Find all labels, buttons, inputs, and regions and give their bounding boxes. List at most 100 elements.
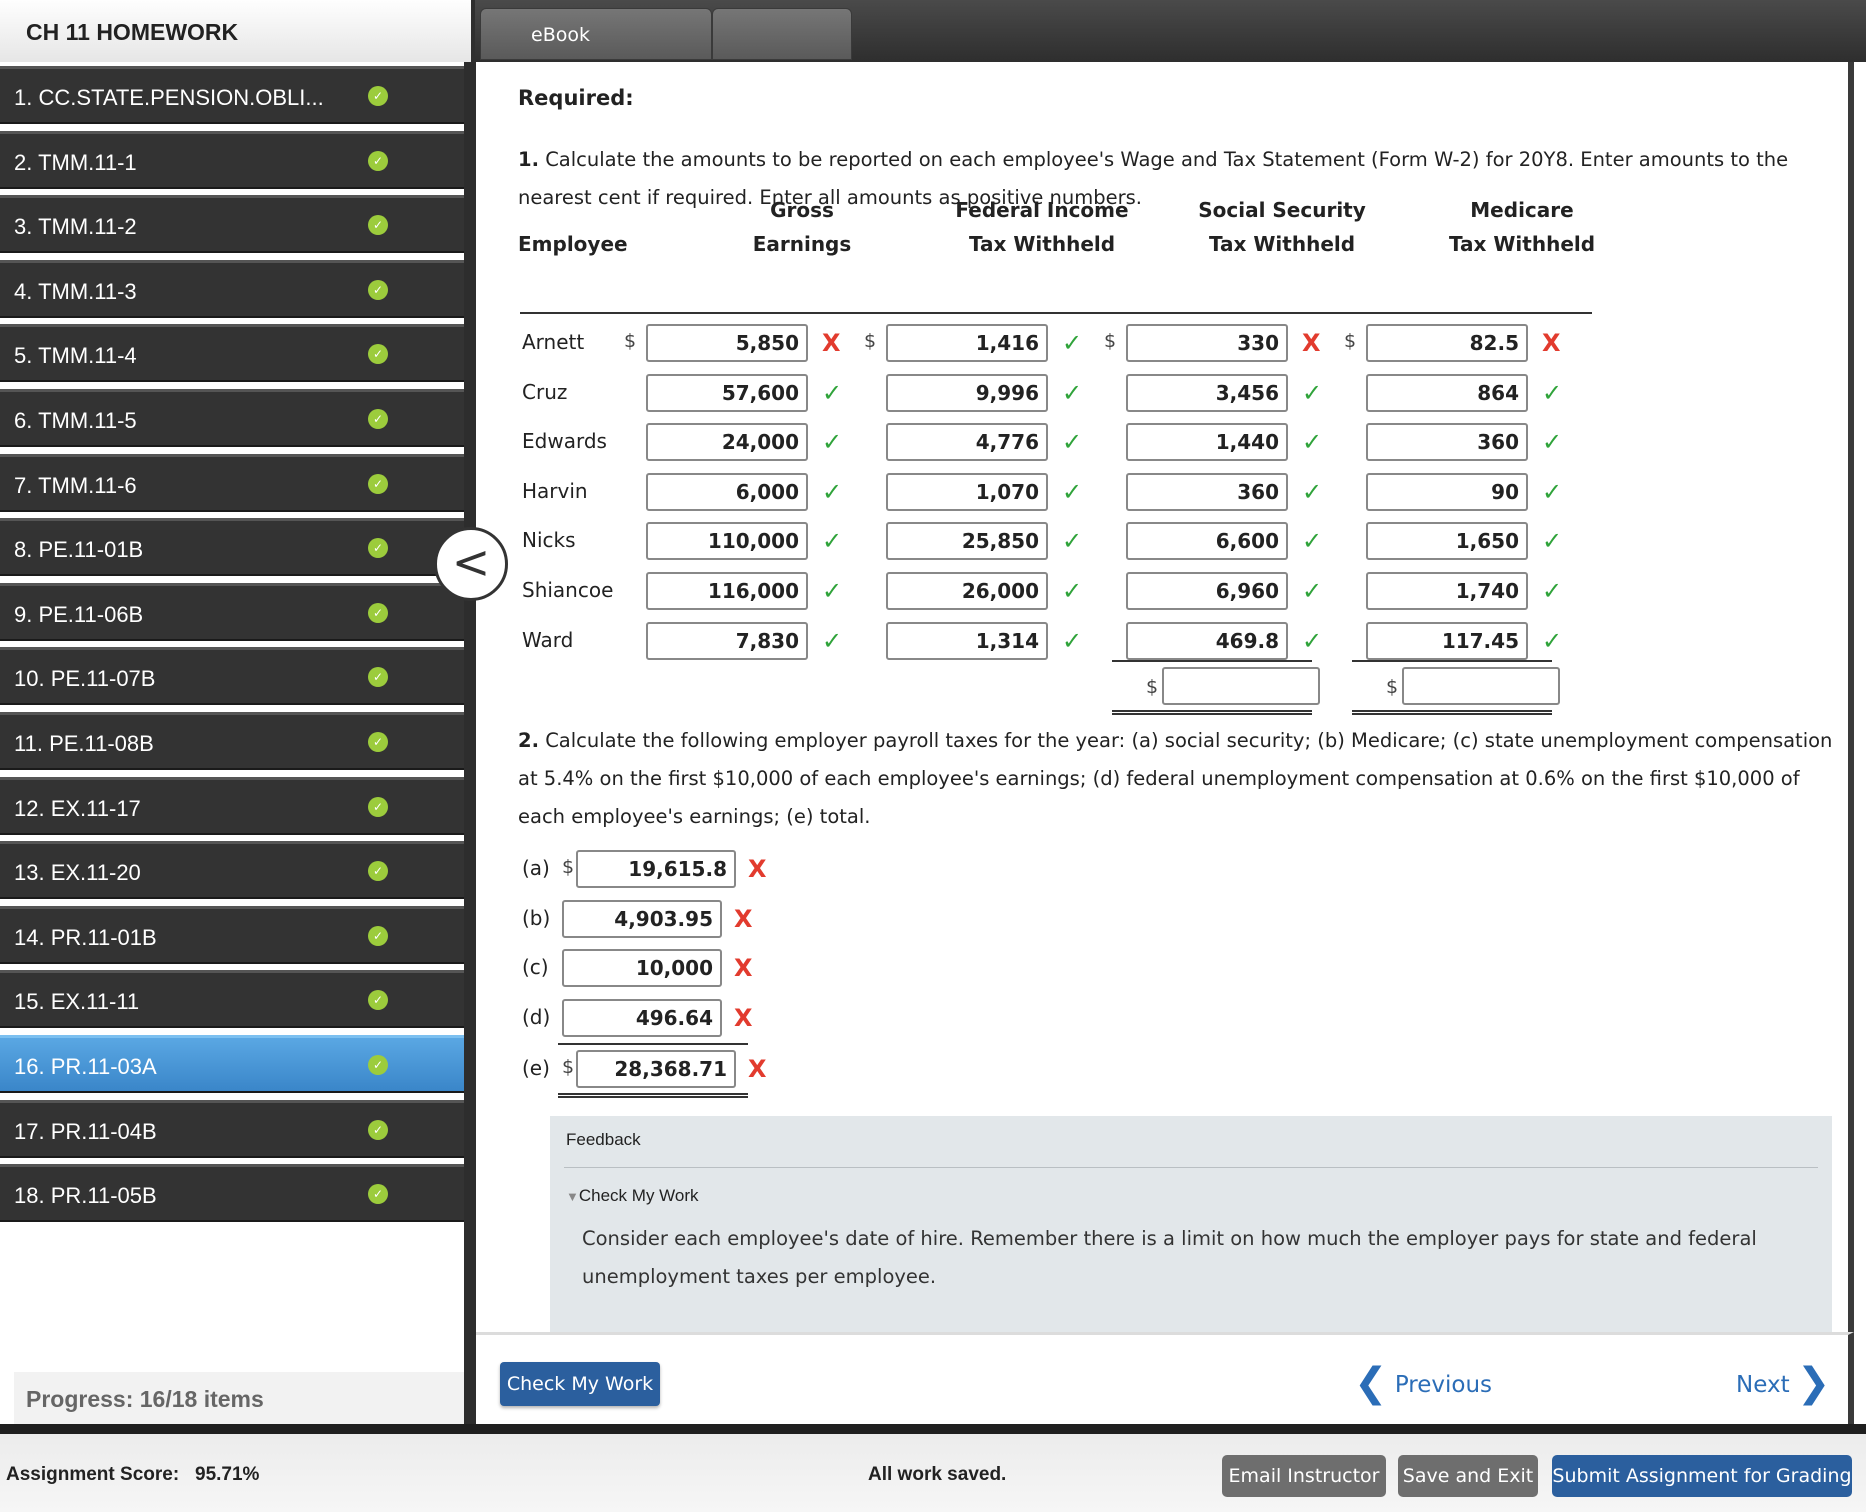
- header-med-2: Tax Withheld: [1448, 232, 1596, 256]
- next-button[interactable]: Next ❯: [1736, 1359, 1830, 1407]
- fed-input[interactable]: [886, 621, 1048, 660]
- gross-input[interactable]: [646, 423, 808, 462]
- ss-input[interactable]: [1126, 472, 1288, 511]
- sidebar-item-16[interactable]: 16. PR.11-03A ✓: [0, 1035, 464, 1093]
- gross-input[interactable]: [646, 522, 808, 561]
- sidebar-item-7[interactable]: 7. TMM.11-6 ✓: [0, 453, 464, 512]
- gross-input[interactable]: [646, 373, 808, 412]
- med-input[interactable]: [1366, 621, 1528, 660]
- ss-input[interactable]: [1126, 621, 1288, 660]
- email-instructor-button[interactable]: Email Instructor: [1222, 1455, 1386, 1497]
- incorrect-x-icon: X: [734, 954, 753, 983]
- sidebar-item-label: 18. PR.11-05B: [14, 1183, 157, 1209]
- header-rule: [520, 312, 1592, 314]
- required-heading: Required:: [518, 86, 634, 110]
- sidebar-item-3[interactable]: 3. TMM.11-2 ✓: [0, 195, 464, 254]
- check-my-work-button[interactable]: Check My Work: [500, 1362, 660, 1406]
- completed-check-icon: ✓: [368, 86, 388, 106]
- score-label: Assignment Score:: [6, 1464, 180, 1485]
- ss-input[interactable]: [1126, 423, 1288, 462]
- currency-symbol: $: [562, 1056, 575, 1079]
- ss-input[interactable]: [1126, 324, 1288, 362]
- table-row: Ward ✓ ✓ ✓ ✓: [476, 616, 1676, 666]
- ss-total-input[interactable]: [1162, 667, 1320, 705]
- correct-check-icon: ✓: [1302, 428, 1323, 457]
- fed-input[interactable]: [886, 373, 1048, 412]
- med-input[interactable]: [1366, 423, 1528, 462]
- sidebar-item-4[interactable]: 4. TMM.11-3 ✓: [0, 259, 464, 318]
- gross-input[interactable]: [646, 572, 808, 610]
- sidebar-item-11[interactable]: 11. PE.11-08B ✓: [0, 712, 464, 770]
- sidebar-item-13[interactable]: 13. EX.11-20 ✓: [0, 841, 464, 900]
- progress-label: Progress:: [26, 1386, 134, 1412]
- sidebar-item-18[interactable]: 18. PR.11-05B ✓: [0, 1164, 464, 1223]
- submit-assignment-button[interactable]: Submit Assignment for Grading: [1552, 1455, 1852, 1497]
- part2-label: (d): [522, 1004, 551, 1029]
- sidebar-item-8[interactable]: 8. PE.11-01B ✓: [0, 518, 464, 577]
- sidebar-item-2[interactable]: 2. TMM.11-1 ✓: [0, 130, 464, 189]
- part2-input[interactable]: [562, 998, 722, 1037]
- sidebar-item-1[interactable]: 1. CC.STATE.PENSION.OBLI... ✓: [0, 66, 464, 124]
- ss-sum-line: [1112, 660, 1312, 662]
- currency-symbol: $: [562, 856, 575, 878]
- part2-input[interactable]: [576, 850, 736, 888]
- med-input[interactable]: [1366, 472, 1528, 511]
- fed-input[interactable]: [886, 324, 1048, 362]
- part2-input[interactable]: [576, 1050, 736, 1089]
- sidebar-item-14[interactable]: 14. PR.11-01B ✓: [0, 905, 464, 964]
- sidebar-item-9[interactable]: 9. PE.11-06B ✓: [0, 582, 464, 641]
- check-my-work-toggle[interactable]: ▼Check My Work: [566, 1186, 699, 1206]
- ss-double-rule: [1112, 710, 1312, 715]
- incorrect-x-icon: X: [822, 329, 841, 357]
- question-2-body: Calculate the following employer payroll…: [518, 729, 1833, 828]
- fed-input[interactable]: [886, 572, 1048, 610]
- completed-check-icon: ✓: [368, 215, 388, 236]
- correct-check-icon: ✓: [1542, 527, 1563, 556]
- med-total-input[interactable]: [1402, 667, 1560, 705]
- tab-bar: eBook: [480, 8, 852, 62]
- sidebar-item-label: 6. TMM.11-5: [14, 408, 137, 433]
- ss-input[interactable]: [1126, 572, 1288, 610]
- gross-input[interactable]: [646, 621, 808, 660]
- med-input[interactable]: [1366, 324, 1528, 362]
- gross-input[interactable]: [646, 472, 808, 511]
- fed-input[interactable]: [886, 472, 1048, 511]
- tab-ebook[interactable]: eBook: [480, 8, 712, 60]
- previous-button[interactable]: ❮ Previous: [1354, 1359, 1492, 1407]
- incorrect-x-icon: X: [1542, 329, 1561, 357]
- table-row: Nicks ✓ ✓ ✓ ✓: [476, 516, 1676, 566]
- part2-input[interactable]: [562, 949, 722, 988]
- sidebar-item-label: 17. PR.11-04B: [14, 1118, 157, 1144]
- completed-check-icon: ✓: [368, 344, 388, 365]
- sidebar-item-10[interactable]: 10. PE.11-07B ✓: [0, 647, 464, 706]
- sidebar-item-label: 5. TMM.11-4: [14, 343, 137, 369]
- correct-check-icon: ✓: [822, 378, 843, 407]
- completed-check-icon: ✓: [368, 602, 388, 623]
- sidebar-item-label: 2. TMM.11-1: [14, 149, 137, 175]
- ss-input[interactable]: [1126, 373, 1288, 412]
- table-row: Shiancoe ✓ ✓ ✓ ✓: [476, 566, 1676, 616]
- tab-empty[interactable]: [712, 8, 852, 60]
- ss-input[interactable]: [1126, 522, 1288, 561]
- part2-label: (c): [522, 955, 549, 980]
- sidebar-item-17[interactable]: 17. PR.11-04B ✓: [0, 1099, 464, 1158]
- sidebar-item-5[interactable]: 5. TMM.11-4 ✓: [0, 324, 464, 383]
- sidebar-item-label: 15. EX.11-11: [14, 989, 140, 1015]
- med-input[interactable]: [1366, 522, 1528, 561]
- save-and-exit-button[interactable]: Save and Exit: [1398, 1455, 1538, 1497]
- fed-input[interactable]: [886, 522, 1048, 561]
- correct-check-icon: ✓: [1062, 428, 1083, 457]
- sidebar-item-6[interactable]: 6. TMM.11-5 ✓: [0, 389, 464, 447]
- sidebar-item-15[interactable]: 15. EX.11-11 ✓: [0, 970, 464, 1029]
- part2-input[interactable]: [562, 899, 722, 938]
- collapse-sidebar-button[interactable]: <: [434, 527, 508, 601]
- employee-name: Arnett: [522, 330, 585, 354]
- sidebar-item-12[interactable]: 12. EX.11-17 ✓: [0, 776, 464, 835]
- completed-check-icon: ✓: [368, 279, 388, 300]
- gross-input[interactable]: [646, 324, 808, 362]
- sidebar-divider: [464, 62, 476, 1426]
- med-input[interactable]: [1366, 373, 1528, 412]
- fed-input[interactable]: [886, 423, 1048, 462]
- med-input[interactable]: [1366, 572, 1528, 610]
- sidebar-item-label: 9. PE.11-06B: [14, 601, 144, 627]
